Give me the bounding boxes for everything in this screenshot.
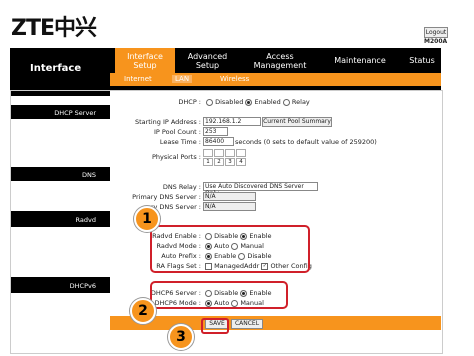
section-radvd: Radvd xyxy=(11,211,110,227)
tab-status[interactable]: Status xyxy=(405,56,439,65)
section-dhcpv6: DHCPv6 xyxy=(11,277,110,293)
tab-maintenance[interactable]: Maintenance xyxy=(325,56,395,65)
tab-access-management[interactable]: Access Management xyxy=(245,52,315,70)
pool-count-label: IP Pool Count : xyxy=(154,128,201,136)
sub-nav: Internet LAN Wireless xyxy=(110,73,441,86)
action-bar: SAVE CANCEL xyxy=(110,316,441,330)
port-number: 2 xyxy=(214,158,224,166)
callout-badge-3: 3 xyxy=(168,324,194,350)
option-label: Relay xyxy=(291,98,310,106)
tab-advanced-setup[interactable]: Advanced Setup xyxy=(180,52,235,70)
option-label: Disabled xyxy=(215,98,244,106)
nav-title: Interface xyxy=(30,63,82,74)
port-checkbox-4[interactable] xyxy=(236,149,246,157)
section-bar xyxy=(11,91,110,96)
cancel-button[interactable]: CANCEL xyxy=(231,319,263,329)
section-label: DHCP Server xyxy=(54,109,96,117)
port-number: 4 xyxy=(236,158,246,166)
port-number: 3 xyxy=(225,158,235,166)
subtab-wireless[interactable]: Wireless xyxy=(220,75,249,83)
start-ip-input[interactable]: 192.168.1.2 xyxy=(203,117,261,126)
tab-label: Status xyxy=(409,56,435,65)
lease-time-note: seconds (0 sets to default value of 2592… xyxy=(235,138,377,146)
physical-ports-label: Physical Ports : xyxy=(151,153,201,161)
option-label: Enabled xyxy=(254,98,281,106)
dns-relay-select[interactable]: Use Auto Discovered DNS Server Only ▾ xyxy=(203,182,318,197)
highlight-box-save xyxy=(201,318,229,334)
settings-panel: DHCP Server DNS Radvd DHCPv6 DHCP : Disa… xyxy=(10,90,443,354)
port-checkbox-3[interactable] xyxy=(225,149,235,157)
port-checkbox-1[interactable] xyxy=(203,149,213,157)
radio-dhcp-relay[interactable] xyxy=(282,98,290,106)
subtab-lan[interactable]: LAN xyxy=(172,75,193,83)
section-label: DHCPv6 xyxy=(69,282,96,290)
subtab-internet[interactable]: Internet xyxy=(124,75,152,83)
highlight-box-dhcpv6 xyxy=(150,281,288,309)
radio-dhcp-disabled[interactable] xyxy=(206,98,213,106)
tab-label: Advanced Setup xyxy=(187,52,228,70)
dhcp-label: DHCP : xyxy=(178,98,201,106)
port-checkbox-2[interactable] xyxy=(214,149,224,157)
pool-count-input[interactable]: 253 xyxy=(203,127,228,136)
lease-time-label: Lease Time : xyxy=(159,138,201,146)
port-number: 1 xyxy=(203,158,213,166)
callout-badge-1: 1 xyxy=(134,206,160,232)
tab-label: Access Management xyxy=(253,52,307,70)
section-dns: DNS xyxy=(11,167,110,181)
logout-button[interactable]: Logout xyxy=(424,27,448,38)
primary-dns-label: Primary DNS Server : xyxy=(132,193,201,201)
tab-label: Interface Setup xyxy=(127,52,163,70)
start-ip-label: Starting IP Address : xyxy=(134,118,201,126)
highlight-box-radvd xyxy=(150,225,310,273)
primary-dns-input[interactable]: N/A xyxy=(203,192,256,201)
section-dhcp-server: DHCP Server xyxy=(11,105,110,119)
section-label: Radvd xyxy=(75,216,96,224)
model-label: M200A xyxy=(424,38,448,45)
secondary-dns-input[interactable]: N/A xyxy=(203,202,256,211)
callout-badge-2: 2 xyxy=(130,298,156,324)
section-label: DNS xyxy=(82,171,96,179)
lease-time-input[interactable]: 86400 xyxy=(203,137,234,146)
pool-summary-button[interactable]: Current Pool Summary xyxy=(262,117,332,127)
brand-logo: ZTE中兴 xyxy=(11,16,97,41)
tab-label: Maintenance xyxy=(334,56,386,65)
dhcp-mode-group: Disabled Enabled Relay xyxy=(206,98,310,106)
dns-relay-label: DNS Relay : xyxy=(162,183,201,191)
radio-dhcp-enabled[interactable] xyxy=(245,98,253,106)
physical-ports-grid: 1234 xyxy=(203,148,247,166)
